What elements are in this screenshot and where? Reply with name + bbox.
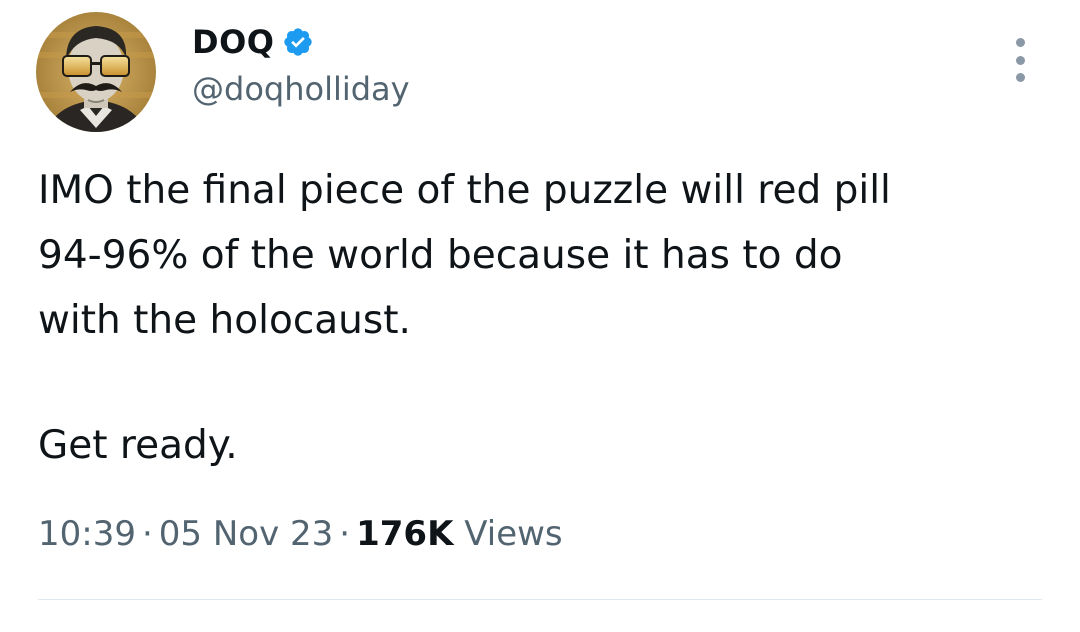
more-dot (1015, 38, 1025, 47)
meta-separator: · (339, 514, 351, 554)
divider (38, 599, 1042, 600)
views-count[interactable]: 176K (356, 514, 453, 554)
tweet-text-line: Get ready. (38, 423, 238, 468)
meta-separator: · (141, 514, 153, 554)
tweet-text-line: 94-96% of the world because it has to do (38, 233, 843, 278)
more-dot (1015, 73, 1025, 82)
tweet-card: DOQ @doqholliday IMO the final piece of … (0, 0, 1080, 632)
tweet-text-line: with the holocaust. (38, 298, 411, 343)
more-dot (1015, 55, 1025, 65)
tweet-text-line: IMO the final piece of the puzzle will r… (38, 168, 891, 213)
tweet-date[interactable]: 05 Nov 23 (159, 514, 334, 554)
avatar[interactable] (36, 12, 156, 132)
views-label: Views (464, 514, 563, 554)
more-options-icon[interactable] (1004, 38, 1036, 82)
verified-badge-icon (282, 26, 314, 58)
tweet-text: IMO the final piece of the puzzle will r… (38, 158, 1038, 478)
tweet-meta: 10:39 · 05 Nov 23 · 176K Views (38, 514, 563, 554)
user-handle[interactable]: @doqholliday (192, 70, 410, 108)
display-name[interactable]: DOQ (192, 23, 274, 61)
user-name-row: DOQ (192, 20, 314, 64)
tweet-time[interactable]: 10:39 (38, 514, 136, 554)
avatar-image (36, 12, 156, 132)
